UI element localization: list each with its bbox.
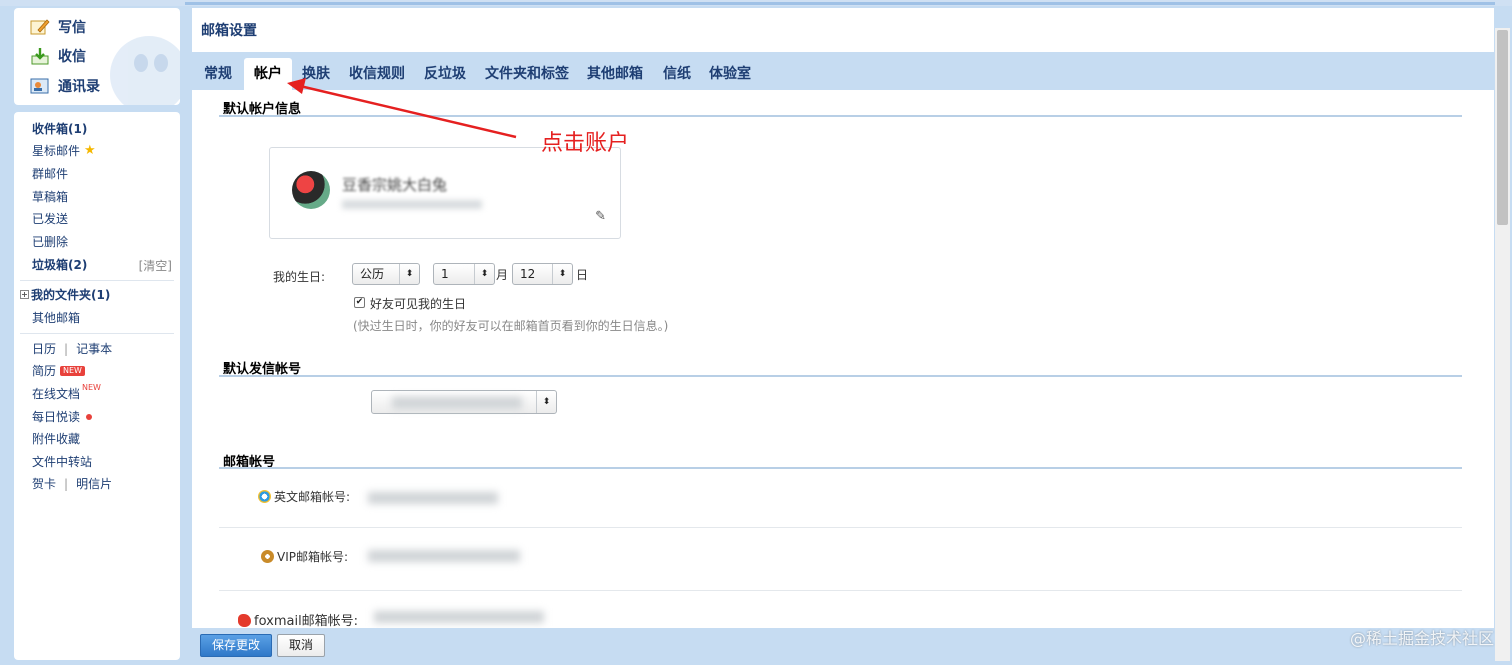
annotation-arrow — [287, 78, 517, 139]
watermark: @稀土掘金技术社区 — [1349, 629, 1494, 648]
annotation-text: 点击账户 — [541, 131, 630, 156]
